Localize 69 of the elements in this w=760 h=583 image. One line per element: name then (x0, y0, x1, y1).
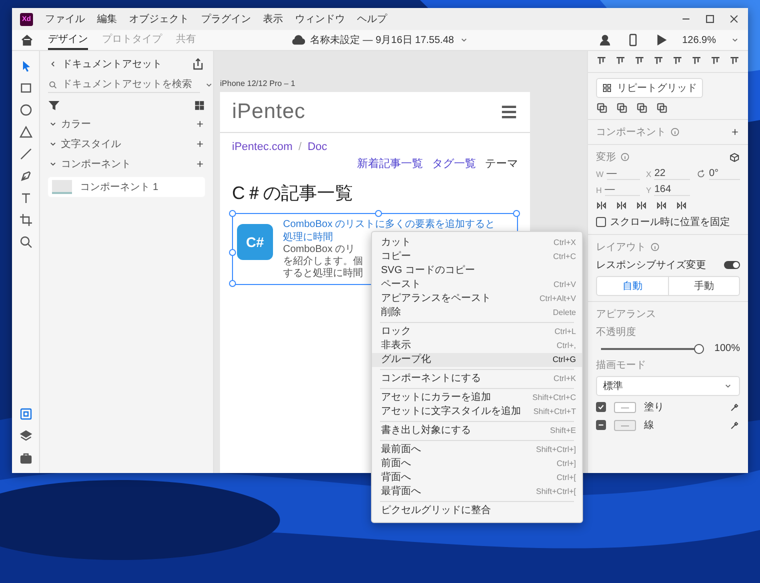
page-heading: C＃の記事一覧 (232, 182, 354, 205)
section-label: レイアウト (596, 241, 646, 254)
menu-item[interactable]: グループ化 Ctrl+G (372, 353, 582, 367)
menu-item[interactable]: 最前面へ Shift+Ctrl+] (372, 443, 582, 457)
color-swatch[interactable]: — (614, 402, 636, 412)
field-label: W (596, 170, 604, 178)
menu-item[interactable]: アセットに文字スタイルを追加 Shift+Ctrl+T (372, 405, 582, 419)
menu-item[interactable]: アセットにカラーを追加 Shift+Ctrl+C (372, 391, 582, 405)
menu-item[interactable]: カット Ctrl+X (372, 236, 582, 250)
section-label: 文字スタイル (61, 138, 122, 151)
menu-item[interactable]: 削除 Delete (372, 306, 582, 320)
menu-item[interactable]: ピクセルグリッドに整合 (372, 504, 582, 518)
color-swatch[interactable]: — (614, 420, 636, 430)
repeat-grid-button[interactable]: リピートグリッド (596, 78, 703, 98)
menu-item[interactable]: 表示 (263, 12, 283, 26)
width-field[interactable]: — (606, 168, 640, 180)
x-field[interactable]: 22 (654, 168, 690, 180)
menu-item[interactable]: ロック Ctrl+L (372, 325, 582, 339)
article-summary: ComboBox のリ (283, 244, 356, 256)
menu-item[interactable]: 最背面へ Shift+Ctrl+[ (372, 485, 582, 499)
menu-item[interactable]: ペースト Ctrl+V (372, 278, 582, 292)
site-logo: iPentec (232, 100, 306, 124)
field-label: Y (646, 186, 652, 194)
menu-item[interactable]: 前面へ Ctrl+] (372, 457, 582, 471)
section-label: カラー (61, 118, 92, 131)
menu-item[interactable]: 非表示 Ctrl+, (372, 339, 582, 353)
field-label: X (646, 170, 652, 178)
csharp-icon: C# (237, 224, 273, 260)
segment-button[interactable]: 自動 (597, 277, 668, 295)
y-field[interactable]: 164 (654, 184, 690, 196)
zoom-level[interactable]: 126.9% (682, 34, 716, 46)
search-field[interactable]: ドキュメントアセットを検索 (48, 77, 200, 93)
segment-button[interactable]: 手動 (668, 277, 739, 295)
section-label: アピアランス (596, 308, 657, 321)
article-summary: を紹介します。個 (283, 256, 363, 268)
article-title: ComboBox のリストに多くの要素を追加すると (283, 218, 496, 231)
document-title: 名称未設定 — 9月16日 17.55.48 (310, 34, 454, 47)
panel-title: ドキュメントアセット (62, 58, 162, 71)
toggle-label: レスポンシブサイズ変更 (596, 258, 706, 272)
menu-item[interactable]: ヘルプ (357, 12, 387, 26)
opacity-label: 不透明度 (596, 326, 637, 339)
menu-item[interactable]: コンポーネントにする Ctrl+K (372, 372, 582, 386)
menu-item[interactable]: SVG コードのコピー (372, 264, 582, 278)
layer-label: 線 (644, 419, 655, 432)
section-label: 変形 (596, 150, 616, 164)
blend-mode-dropdown[interactable]: 標準 (596, 376, 740, 396)
artboard-label[interactable]: iPhone 12/12 Pro – 1 (220, 79, 587, 88)
section-label: コンポーネント (596, 126, 666, 139)
breadcrumb-separator: / (298, 141, 302, 153)
layer-label: 塗り (644, 401, 665, 414)
menu-item[interactable]: コピー Ctrl+C (372, 250, 582, 264)
article-summary: すると処理に時間 (283, 268, 363, 280)
menu-item[interactable]: オブジェクト (129, 12, 189, 26)
menu-item[interactable]: 編集 (97, 12, 117, 26)
menu-item[interactable]: ファイル (45, 12, 85, 26)
height-field[interactable]: — (604, 184, 640, 196)
rotation-field[interactable]: 0° (709, 168, 740, 180)
menu-item[interactable]: アピアランスをペースト Ctrl+Alt+V (372, 292, 582, 306)
menu-item[interactable]: 背面へ Ctrl+[ (372, 471, 582, 485)
field-label: H (596, 186, 602, 194)
menu-item[interactable]: プラグイン (201, 12, 251, 26)
blend-mode-label: 描画モード (596, 358, 647, 372)
opacity-value: 100% (714, 343, 740, 354)
article-title: 処理に時間 (283, 231, 333, 244)
menu-item[interactable]: 書き出し対象にする Shift+E (372, 424, 582, 438)
component-item[interactable]: コンポーネント 1 (48, 177, 205, 197)
section-label: コンポーネント (61, 158, 132, 171)
checkbox-label: スクロール時に位置を固定 (610, 216, 730, 229)
menu-item[interactable]: ウィンドウ (295, 12, 345, 26)
